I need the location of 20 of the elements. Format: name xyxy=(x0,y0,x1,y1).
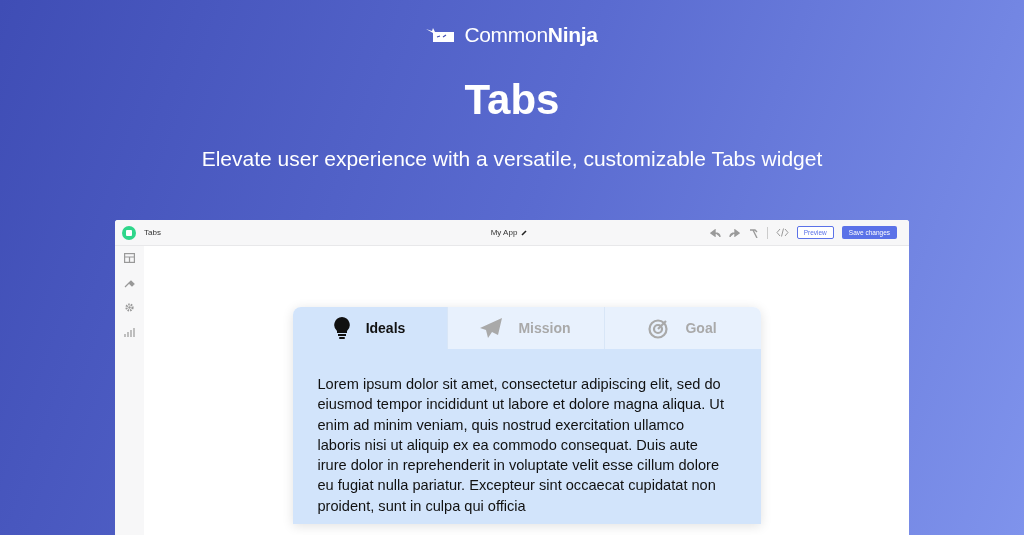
redo-icon[interactable] xyxy=(728,228,740,237)
lightbulb-icon xyxy=(333,317,350,339)
app-icon xyxy=(122,225,136,240)
bar-chart-icon[interactable] xyxy=(124,327,135,337)
settings-icon[interactable] xyxy=(124,302,135,313)
tab[interactable]: Ideals xyxy=(292,307,448,349)
target-icon xyxy=(648,317,670,339)
page-title: Tabs xyxy=(464,76,560,124)
table-icon[interactable] xyxy=(124,253,135,263)
brand-logo-text: CommonNinja xyxy=(464,23,598,47)
widget-title: Tabs xyxy=(144,228,161,237)
paper-plane-icon xyxy=(480,318,503,338)
ninja-logo-icon xyxy=(426,27,457,43)
page-subtitle: Elevate user experience with a versatile, customizable Tabs widget xyxy=(201,146,823,172)
code-icon[interactable] xyxy=(775,228,789,237)
tab-content-text: Lorem ipsum dolor sit amet, consectetur adipiscing elit, sed do eiusmod tempor incididunt ut labore et dolore magna aliqua. Ut enim ad minim veniam, quis nostrud exercitation ullamco laboris nisi ut aliquip ex ea commodo consequat. Duis aute irure dolor in reprehenderit in voluptate velit esse cillum dolore eu fugiat nulla pariatur. Excepteur sint occaecat cupidatat non proident, sunt in culpa qui officia xyxy=(292,349,761,525)
project-name: My App xyxy=(490,228,518,237)
hammer-icon[interactable] xyxy=(747,227,759,238)
pencil-icon[interactable] xyxy=(521,229,529,236)
undo-icon[interactable] xyxy=(709,228,721,237)
